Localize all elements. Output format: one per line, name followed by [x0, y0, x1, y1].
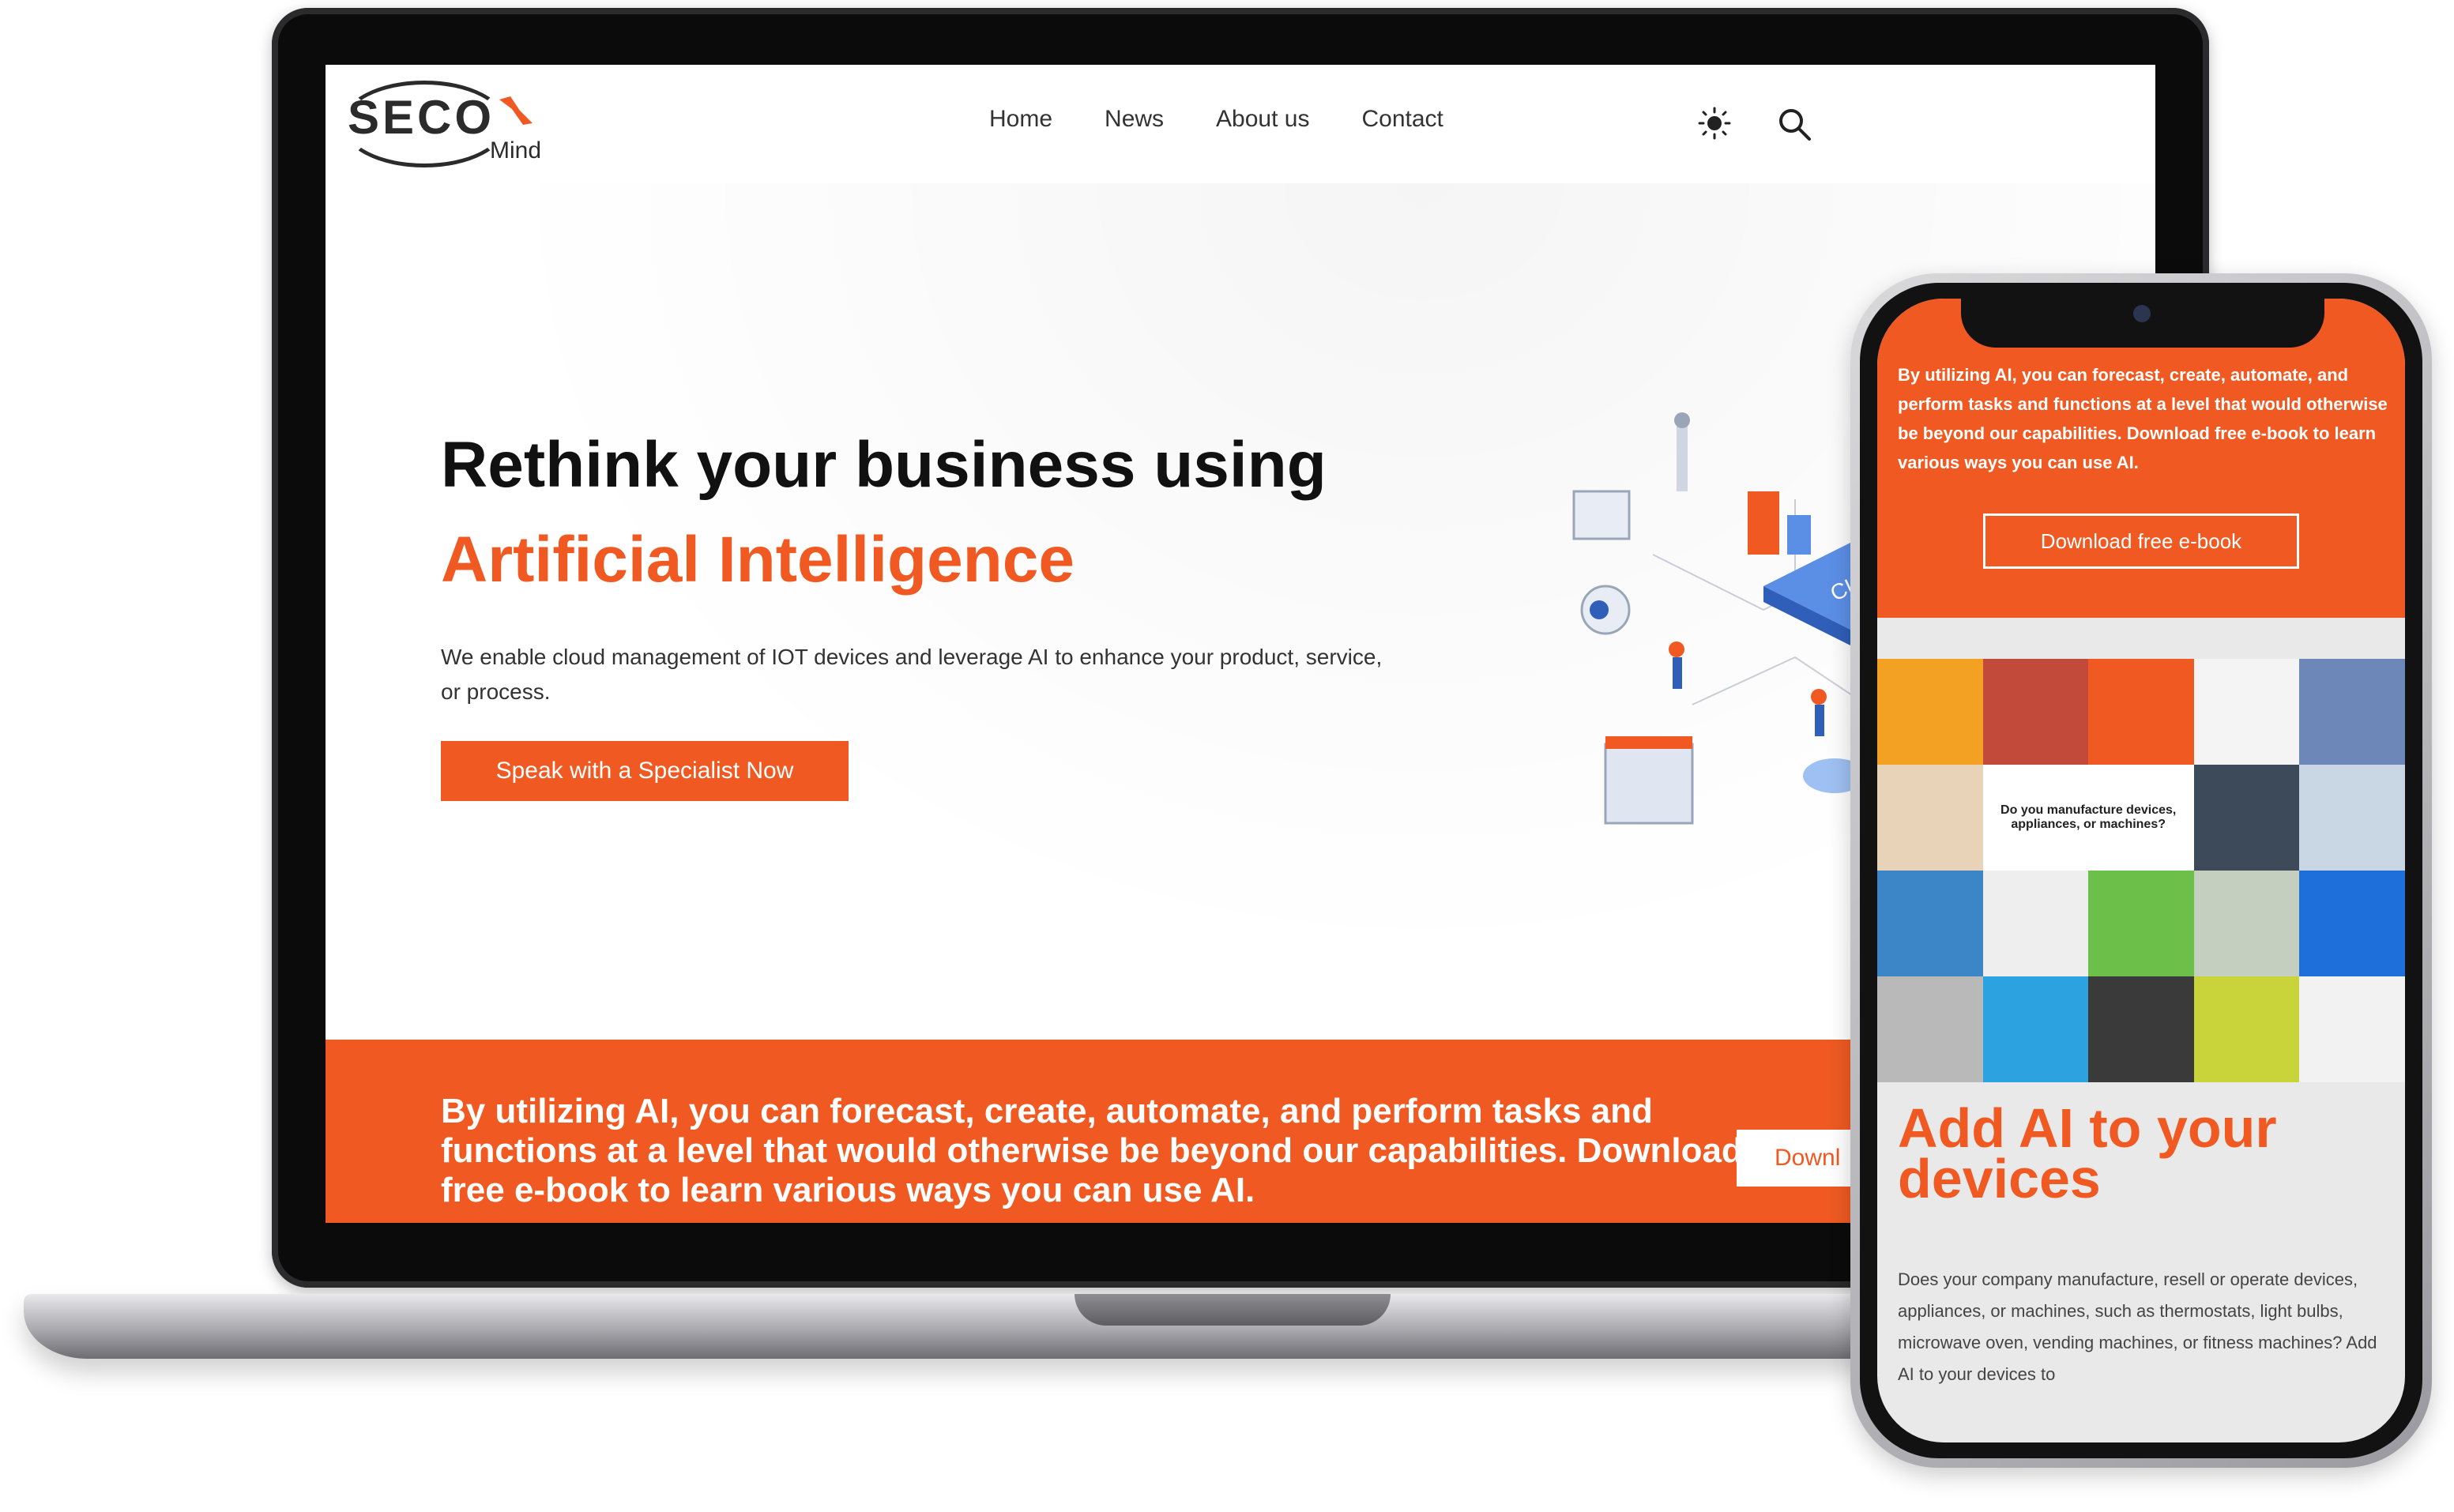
tile-photo-drone: [1877, 871, 1983, 976]
search-icon[interactable]: [1776, 106, 1812, 142]
ebook-promo-text: By utilizing AI, you can forecast, creat…: [441, 1092, 1743, 1209]
tile-photo-blue: [2299, 871, 2405, 976]
tile-photo-factory: [2299, 659, 2405, 765]
hero-title: Rethink your business using: [441, 429, 1327, 501]
phone-body-text: Does your company manufacture, resell or…: [1898, 1269, 2377, 1384]
tile-photo-appliance: [1982, 659, 2089, 765]
tile-photo-airfryer: [2088, 976, 2194, 1082]
nav-home[interactable]: Home: [989, 106, 1052, 145]
tile-light: [2193, 659, 2300, 765]
logo-brand: SECO: [348, 91, 495, 144]
nav-contact[interactable]: Contact: [1361, 106, 1443, 145]
tile-sage: [2193, 871, 2300, 976]
tile-manufacture-question: Do you manufacture devices, appliances, …: [1982, 765, 2194, 871]
logo-arrow-icon: [499, 96, 533, 125]
device-tile-grid: Do you manufacture devices, appliances, …: [1877, 659, 2405, 1082]
site-header: SECO Mind Home News About us Contact: [326, 65, 2155, 183]
speak-with-specialist-button[interactable]: Speak with a Specialist Now: [441, 741, 849, 801]
tile-photo-machine: [2193, 765, 2300, 871]
hero-title-accent: Artificial Intelligence: [441, 524, 1075, 596]
main-nav: Home News About us Contact: [989, 106, 1443, 145]
tile-white: [2299, 976, 2405, 1082]
tile-lime: [2193, 976, 2300, 1082]
phone-screen: By utilizing AI, you can forecast, creat…: [1877, 299, 2405, 1442]
nav-about-us[interactable]: About us: [1216, 106, 1309, 145]
tile-beige: [1877, 765, 1983, 871]
laptop-hinge-notch: [1075, 1294, 1391, 1326]
tile-grey: [1877, 976, 1983, 1082]
tile-photo-fitness: [2299, 765, 2405, 871]
seco-mind-logo[interactable]: SECO Mind: [341, 79, 555, 172]
hero-description: We enable cloud management of IOT device…: [441, 645, 1383, 704]
tile-grey-light: [1982, 871, 2089, 976]
nav-news[interactable]: News: [1105, 106, 1164, 145]
phone-camera-icon: [2133, 305, 2151, 322]
tile-cyan: [1982, 976, 2089, 1082]
tile-accent: [2088, 659, 2194, 765]
tile-green: [2088, 871, 2194, 976]
tile-orange: [1877, 659, 1983, 765]
phone-download-ebook-button[interactable]: Download free e-book: [1983, 513, 2299, 569]
phone-ebook-text: By utilizing AI, you can forecast, creat…: [1898, 365, 2388, 472]
phone-heading: Add AI to your devices: [1898, 1097, 2277, 1209]
theme-sun-icon[interactable]: [1697, 106, 1732, 141]
logo-sub: Mind: [490, 137, 542, 164]
